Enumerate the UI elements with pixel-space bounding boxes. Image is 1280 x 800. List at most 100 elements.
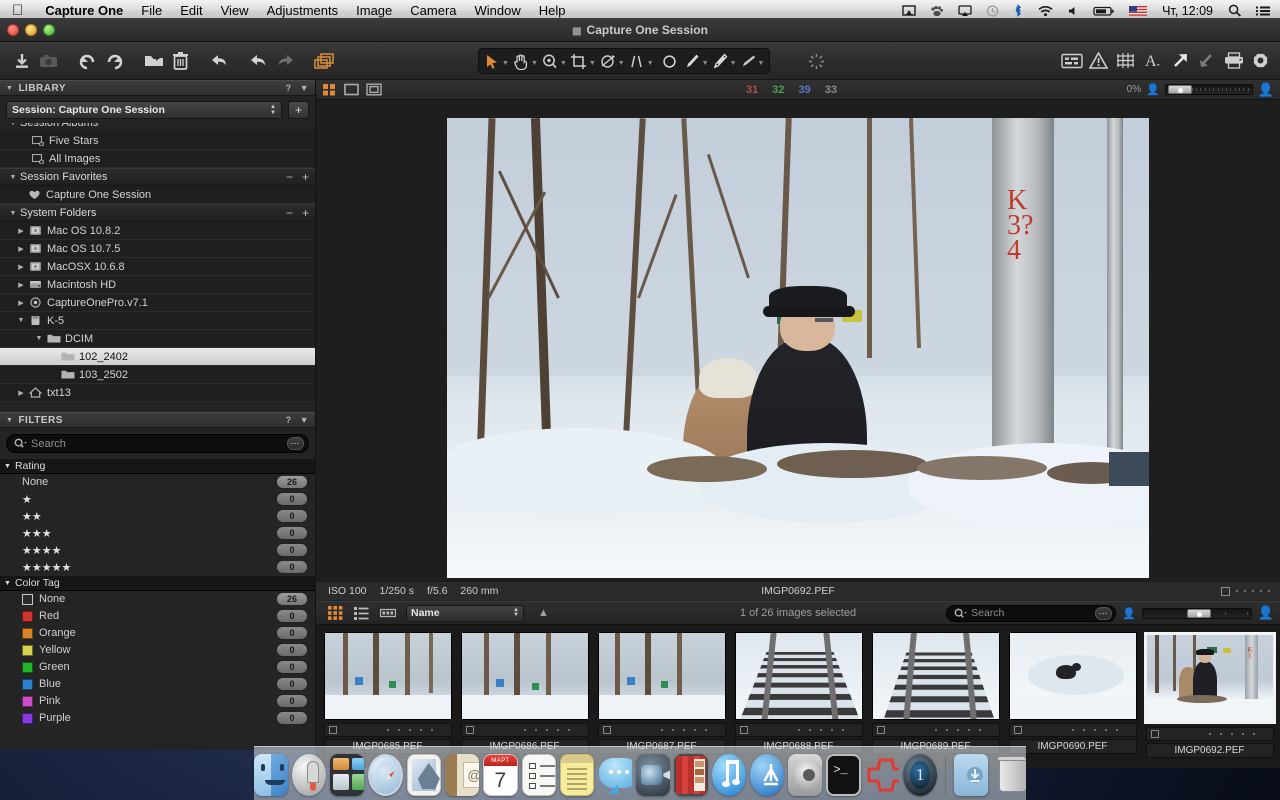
list-browser-button[interactable] xyxy=(353,606,370,620)
disclosure-triangle-icon[interactable]: ▶ xyxy=(14,245,28,253)
album-all-images[interactable]: All Images xyxy=(0,150,315,168)
rating-filter-1[interactable]: ★ 0 xyxy=(0,491,315,508)
rotate-angle-tool[interactable] xyxy=(598,53,617,70)
thumbnail-item[interactable]: IMGP0685.PEF xyxy=(320,632,455,754)
grid-icon[interactable] xyxy=(1112,47,1139,74)
dock-terminal[interactable]: >_ xyxy=(826,754,861,796)
close-button[interactable] xyxy=(7,24,19,36)
import-images-button[interactable] xyxy=(8,47,35,74)
undo-icon[interactable] xyxy=(245,47,272,74)
thumbnail-meta[interactable] xyxy=(735,723,863,737)
disclosure-triangle-icon[interactable]: ▶ xyxy=(14,389,28,397)
chevron-down-icon[interactable]: ▼ xyxy=(531,60,538,67)
browser-thumbnail-size-slider[interactable] xyxy=(1142,608,1252,619)
spot-removal-tool[interactable] xyxy=(656,54,683,69)
triangle-up-icon[interactable]: ▲ xyxy=(538,607,549,619)
thumbnail-image[interactable] xyxy=(324,632,452,720)
folder-mac-os-1082[interactable]: ▶ Mac OS 10.8.2 xyxy=(0,222,315,240)
disclosure-triangle-icon[interactable]: ▶ xyxy=(14,263,28,271)
count-blue[interactable]: 39 xyxy=(799,84,811,96)
move-to-folder-button[interactable] xyxy=(140,47,167,74)
main-preview-image[interactable]: K3?4 xyxy=(447,118,1149,578)
count-green[interactable]: 32 xyxy=(772,84,784,96)
dock-launchpad[interactable] xyxy=(292,754,326,796)
ellipsis-icon[interactable]: ⋯ xyxy=(1095,607,1112,620)
chevron-down-icon[interactable]: ▼ xyxy=(502,60,509,67)
dock-facetime[interactable] xyxy=(636,754,670,796)
dock-reminders[interactable] xyxy=(522,754,556,796)
folder-macosx-1068[interactable]: ▶ MacOSX 10.6.8 xyxy=(0,258,315,276)
redo-icon[interactable] xyxy=(272,47,299,74)
dock-itunes[interactable] xyxy=(712,754,746,796)
chevron-down-icon[interactable]: ▼ xyxy=(300,415,309,425)
arrow-in-icon[interactable] xyxy=(1193,47,1220,74)
chevron-down-icon[interactable]: ▼ xyxy=(647,60,654,67)
color-tag-pink[interactable]: Pink 0 xyxy=(0,693,315,710)
thumbnail-image[interactable] xyxy=(735,632,863,720)
color-tag-purple[interactable]: Purple 0 xyxy=(0,710,315,727)
color-tag-filter-header[interactable]: ▼ Color Tag xyxy=(0,576,315,591)
color-tag-checkbox[interactable] xyxy=(466,726,474,734)
dock-downloads[interactable] xyxy=(954,754,988,796)
erase-mask-tool[interactable] xyxy=(711,53,729,70)
thumbnail-meta[interactable] xyxy=(1146,727,1274,741)
dock-mission-control[interactable] xyxy=(330,754,364,796)
chevron-down-icon[interactable]: ▼ xyxy=(758,60,765,67)
album-five-stars[interactable]: Five Stars xyxy=(0,132,315,150)
filmstrip-browser-button[interactable] xyxy=(379,606,396,620)
disclosure-triangle-icon[interactable]: ▶ xyxy=(14,299,28,307)
dock-capture-one[interactable]: 1 xyxy=(903,754,937,796)
thumbnail-meta[interactable] xyxy=(324,723,452,737)
rotate-right-button[interactable] xyxy=(101,47,128,74)
chevron-down-icon[interactable]: ▼ xyxy=(560,60,567,67)
disclosure-triangle-icon[interactable]: ▼ xyxy=(6,417,13,424)
color-tag-red[interactable]: Red 0 xyxy=(0,608,315,625)
dock-finder[interactable] xyxy=(254,754,288,796)
color-tag-checkbox[interactable] xyxy=(740,726,748,734)
thumbnail-item[interactable]: IMGP0688.PEF xyxy=(731,632,866,754)
single-view-button[interactable] xyxy=(343,83,360,97)
menu-clock[interactable]: Чт, 12:09 xyxy=(1154,4,1221,18)
disclosure-triangle-icon[interactable]: ▶ xyxy=(14,281,28,289)
color-tag-checkbox[interactable] xyxy=(329,726,337,734)
color-tag-checkbox[interactable] xyxy=(1151,730,1159,738)
folder-mac-os-1075[interactable]: ▶ Mac OS 10.7.5 xyxy=(0,240,315,258)
printer-icon[interactable] xyxy=(1220,47,1247,74)
zoom-button[interactable] xyxy=(43,24,55,36)
chevron-down-icon[interactable]: ▼ xyxy=(618,60,625,67)
folder-102-2402[interactable]: 102_2402 xyxy=(0,348,315,366)
variants-button[interactable] xyxy=(311,47,338,74)
keystone-tool[interactable] xyxy=(627,53,646,70)
thumbnail-image[interactable]: K3 xyxy=(1144,632,1276,724)
dock-safari[interactable] xyxy=(368,754,403,796)
pan-tool[interactable] xyxy=(511,53,530,70)
color-tag-yellow[interactable]: Yellow 0 xyxy=(0,642,315,659)
dock-messages[interactable] xyxy=(598,754,632,796)
color-tag-checkbox[interactable] xyxy=(603,726,611,734)
thumbnail-image[interactable] xyxy=(598,632,726,720)
library-panel-header[interactable]: ▼ LIBRARY ? ▼ xyxy=(0,80,315,96)
image-viewer[interactable]: K3?4 xyxy=(316,100,1280,600)
count-red[interactable]: 31 xyxy=(746,84,758,96)
grid-browser-button[interactable] xyxy=(327,606,344,620)
thumbnail-item[interactable]: IMGP0690.PEF xyxy=(1005,632,1140,754)
rating-filter-3[interactable]: ★★★ 0 xyxy=(0,525,315,542)
question-icon[interactable]: ? xyxy=(286,83,292,93)
system-folders-header[interactable]: ▼ System Folders −+ xyxy=(0,204,315,222)
thumbnail-image[interactable] xyxy=(1009,632,1137,720)
rating-filter-header[interactable]: ▼ Rating xyxy=(0,459,315,474)
disclosure-triangle-icon[interactable]: ▶ xyxy=(14,227,28,235)
session-favorites-header[interactable]: ▼ Session Favorites −+ xyxy=(0,168,315,186)
chevron-down-icon[interactable]: ▼ xyxy=(702,60,709,67)
dock-photobooth[interactable] xyxy=(674,754,708,796)
folder-103-2502[interactable]: 103_2502 xyxy=(0,366,315,384)
crop-tool[interactable] xyxy=(569,53,588,70)
color-tag-checkbox[interactable] xyxy=(1014,726,1022,734)
disclosure-triangle-icon[interactable]: ▼ xyxy=(6,174,20,181)
rating-filter-2[interactable]: ★★ 0 xyxy=(0,508,315,525)
warning-triangle-icon[interactable] xyxy=(1085,47,1112,74)
color-tag-checkbox[interactable] xyxy=(877,726,885,734)
color-tag-orange[interactable]: Orange 0 xyxy=(0,625,315,642)
thumbnail-size-slider[interactable] xyxy=(1165,84,1253,95)
add-favorite-button[interactable]: + xyxy=(302,170,309,184)
